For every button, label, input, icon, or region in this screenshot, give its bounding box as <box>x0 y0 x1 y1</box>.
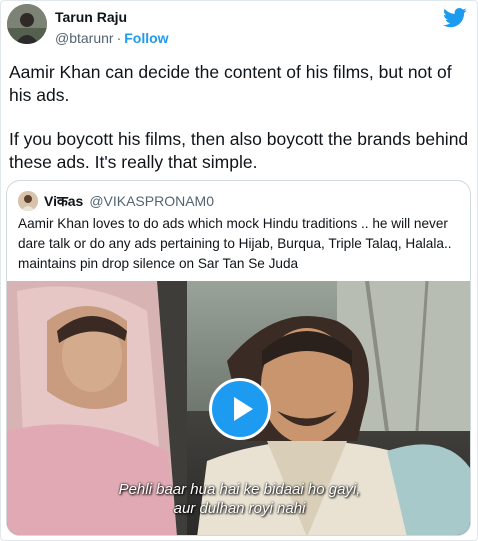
quoted-avatar[interactable] <box>18 191 38 211</box>
quoted-tweet[interactable]: Viकas @VIKASPRONAM0 Aamir Khan loves to … <box>6 180 471 536</box>
video-subtitle-line-1: Pehli baar hua hai ke bidaai ho gayi, <box>118 481 361 498</box>
tweet-card: Tarun Raju @btarunr · Follow Aamir Khan ca… <box>0 0 478 541</box>
quoted-author-handle[interactable]: @VIKASPRONAM0 <box>89 193 214 209</box>
quoted-header: Viकas @VIKASPRONAM0 <box>18 190 214 212</box>
author-avatar[interactable] <box>7 4 47 44</box>
follow-button[interactable]: Follow <box>124 30 168 46</box>
play-icon <box>234 397 253 421</box>
author-name[interactable]: Tarun Raju <box>55 9 127 25</box>
separator-dot: · <box>116 30 122 46</box>
author-handle-row: @btarunr · Follow <box>55 30 169 46</box>
author-handle[interactable]: @btarunr <box>55 30 114 46</box>
video-player[interactable]: Pehli baar hua hai ke bidaai ho gayi, au… <box>7 281 470 535</box>
video-subtitle-line-2: aur dulhan royi nahi <box>173 500 306 517</box>
quoted-text: Aamir Khan loves to do ads which mock Hi… <box>18 216 452 271</box>
tweet-paragraph-1: Aamir Khan can decide the content of his… <box>9 62 452 105</box>
tweet-text: Aamir Khan can decide the content of his… <box>9 61 473 174</box>
quoted-author-name[interactable]: Viकas <box>44 192 83 211</box>
tweet-paragraph-2: If you boycott his films, then also boyc… <box>9 129 469 172</box>
twitter-bird-icon[interactable] <box>443 8 467 28</box>
play-button[interactable] <box>209 378 271 440</box>
